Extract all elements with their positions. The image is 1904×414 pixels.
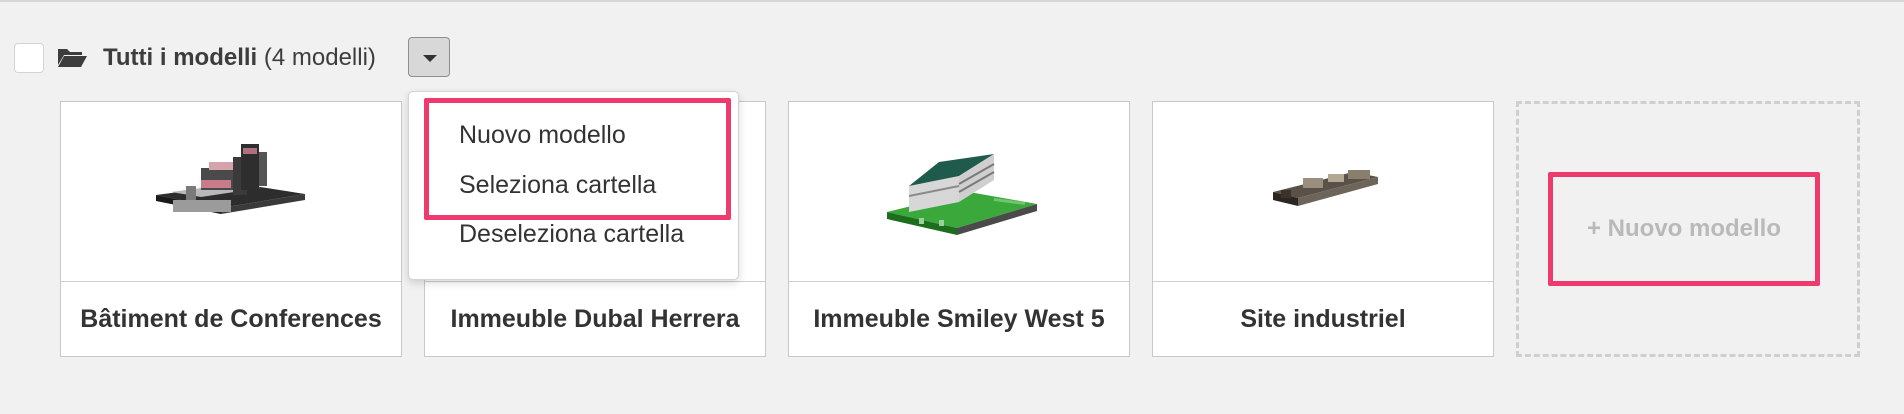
menu-highlight-frame xyxy=(424,98,731,220)
model-card[interactable]: Site industriel xyxy=(1152,101,1494,357)
model-name: Site industriel xyxy=(1240,305,1406,333)
new-model-button[interactable]: + Nuovo modello xyxy=(1548,172,1820,286)
model-thumbnail xyxy=(1153,102,1493,282)
model-name: Bâtiment de Conferences xyxy=(80,305,382,333)
select-all-checkbox[interactable] xyxy=(14,43,44,73)
model-card[interactable]: Immeuble Smiley West 5 xyxy=(788,101,1130,357)
folder-title-label: Tutti i modelli xyxy=(103,44,258,71)
building-3d-thumbnail xyxy=(156,144,305,214)
model-count: (4 modelli) xyxy=(263,44,376,71)
model-thumbnail xyxy=(789,102,1129,282)
building-3d-thumbnail xyxy=(1273,170,1378,206)
model-card[interactable]: Bâtiment de Conferences xyxy=(60,101,402,357)
folder-options-dropdown-button[interactable] xyxy=(408,37,450,77)
model-name: Immeuble Dubal Herrera xyxy=(450,305,740,333)
top-divider xyxy=(0,0,1904,2)
folder-open-icon xyxy=(58,49,87,67)
caret-down-icon xyxy=(423,55,437,62)
building-3d-thumbnail xyxy=(887,154,1037,235)
menu-item-deselect-folder[interactable]: Deseleziona cartella xyxy=(459,220,684,249)
model-name: Immeuble Smiley West 5 xyxy=(813,305,1105,333)
folder-title: Tutti i modelli (4 modelli) xyxy=(103,43,376,73)
model-thumbnail xyxy=(61,102,401,282)
